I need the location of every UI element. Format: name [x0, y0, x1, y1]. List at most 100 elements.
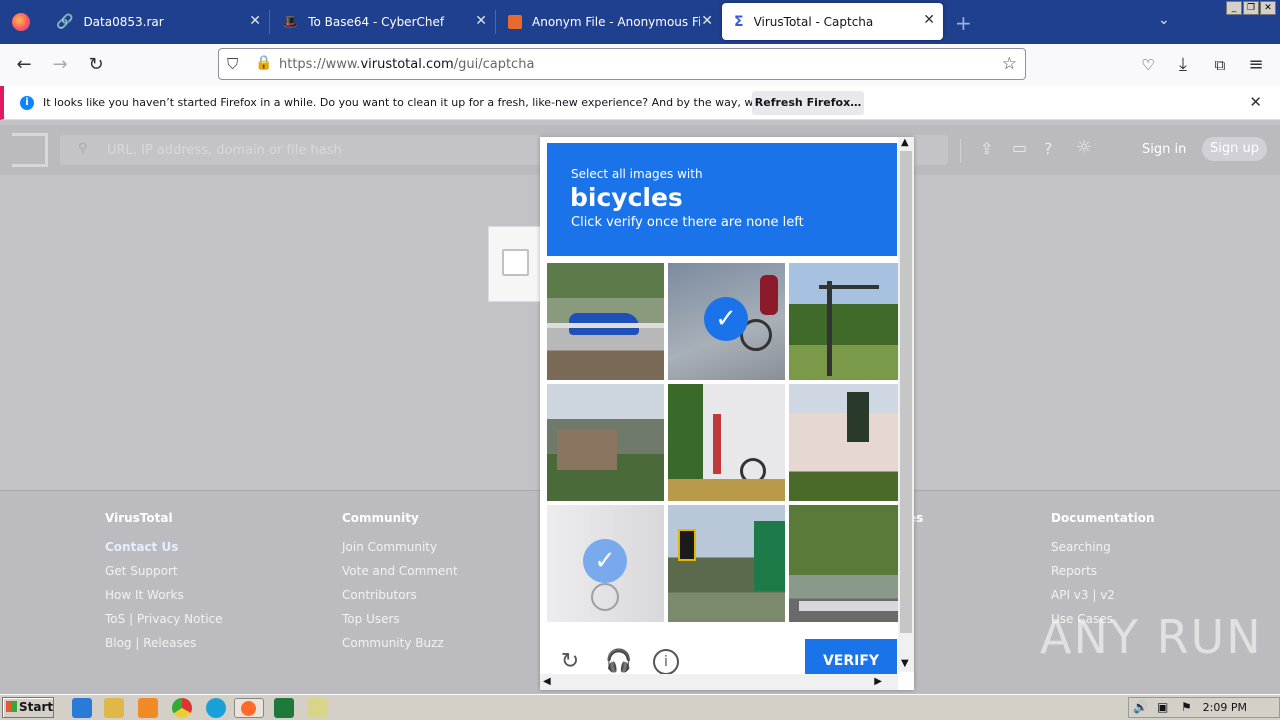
new-tab-button[interactable]: + [955, 11, 972, 35]
info-icon[interactable]: i [653, 649, 679, 675]
footer-link[interactable]: Join Community [342, 540, 458, 556]
forward-arrow-icon[interactable]: → [46, 52, 74, 78]
notepad-icon[interactable] [308, 698, 328, 718]
traffic-arm-shape [819, 285, 879, 289]
ie-icon[interactable] [72, 698, 92, 718]
scroll-up-icon[interactable]: ▲ [901, 137, 909, 148]
chat-icon[interactable]: ▭ [1012, 138, 1027, 157]
sign-in-link[interactable]: Sign in [1142, 142, 1186, 157]
footer-link[interactable]: Get Support [105, 564, 223, 580]
lock-icon[interactable]: 🔒 [255, 55, 272, 71]
recaptcha-checkbox[interactable] [502, 249, 529, 276]
scroll-left-icon[interactable]: ◀ [543, 676, 551, 687]
reload-icon[interactable]: ↻ [82, 52, 110, 78]
help-icon[interactable]: ? [1044, 139, 1053, 158]
virustotal-favicon-icon: Σ [734, 13, 744, 30]
firefox-task-icon[interactable] [234, 698, 264, 718]
footer-link[interactable]: Blog | Releases [105, 636, 223, 652]
footer-link[interactable]: Searching [1051, 540, 1155, 556]
volume-icon[interactable]: 🔊 [1133, 698, 1148, 717]
audio-challenge-icon[interactable]: 🎧 [605, 649, 632, 675]
media-player-icon[interactable] [138, 698, 158, 718]
road-sign-shape [754, 521, 785, 591]
captcha-tile[interactable] [547, 263, 664, 380]
footer-heading: Community [342, 511, 419, 525]
footer-link[interactable]: How It Works [105, 588, 223, 604]
minimize-button[interactable]: _ [1226, 1, 1242, 15]
close-tab-icon[interactable]: ✕ [923, 12, 935, 28]
address-bar[interactable]: ⛉ 🔒 https://www.virustotal.com/gui/captc… [218, 48, 1026, 80]
tab-anonym-file[interactable]: Anonym File - Anonymous File Uplo ✕ [496, 0, 721, 44]
verify-button[interactable]: VERIFY [805, 639, 897, 677]
captcha-tile[interactable] [789, 263, 906, 380]
footer-link[interactable]: ToS | Privacy Notice [105, 612, 223, 628]
captcha-tile[interactable] [668, 505, 785, 622]
back-arrow-icon[interactable]: ← [10, 52, 38, 78]
url-domain: virustotal.com [360, 57, 454, 72]
restore-button[interactable]: ❐ [1243, 1, 1259, 15]
captcha-challenge: Select all images with bicycles Click ve… [540, 137, 914, 690]
captcha-tile[interactable]: ✓ [547, 505, 664, 622]
tab-virustotal[interactable]: Σ VirusTotal - Captcha ✕ [722, 3, 943, 40]
refresh-firefox-button[interactable]: Refresh Firefox… [752, 91, 864, 115]
footer-link[interactable]: Community Buzz [342, 636, 458, 652]
chef-hat-icon: 🎩 [282, 14, 299, 30]
footer-link[interactable]: API v3 | v2 [1051, 588, 1155, 604]
pocket-icon[interactable]: ♡ [1134, 52, 1162, 78]
network-icon[interactable]: ▣ [1157, 698, 1168, 717]
chrome-icon[interactable] [172, 698, 192, 718]
footer-link[interactable]: Top Users [342, 612, 458, 628]
footer-link[interactable]: Reports [1051, 564, 1155, 580]
excel-icon[interactable] [274, 698, 294, 718]
header-divider [960, 139, 961, 163]
flag-icon[interactable]: ⚑ [1181, 698, 1192, 717]
cyclist-shape [760, 275, 778, 315]
shield-icon[interactable]: ⛉ [227, 55, 238, 73]
url-text[interactable]: https://www.virustotal.com/gui/captcha [279, 57, 534, 72]
reload-challenge-icon[interactable]: ↻ [557, 649, 583, 675]
vertical-scrollbar[interactable]: ▲ ▼ [898, 137, 914, 672]
close-tab-icon[interactable]: ✕ [701, 13, 713, 29]
virustotal-logo-icon[interactable] [12, 133, 48, 167]
list-tabs-chevron-icon[interactable]: ⌄ [1158, 12, 1170, 28]
footer-link[interactable]: Contributors [342, 588, 458, 604]
close-tab-icon[interactable]: ✕ [249, 13, 261, 29]
close-window-button[interactable]: ✕ [1260, 1, 1276, 15]
menu-icon[interactable]: ≡ [1242, 52, 1270, 78]
search-placeholder: URL, IP address, domain or file hash [107, 143, 342, 158]
upload-icon[interactable]: ⇪ [980, 139, 993, 158]
footer-heading: VirusTotal [105, 511, 173, 525]
footer-col-community: Community Join Community Vote and Commen… [342, 511, 458, 660]
captcha-instruction: Select all images with [571, 167, 703, 181]
close-tab-icon[interactable]: ✕ [475, 13, 487, 29]
scroll-down-icon[interactable]: ▼ [901, 658, 909, 669]
footer-link[interactable]: Contact Us [105, 540, 223, 556]
captcha-keyword: bicycles [570, 183, 683, 212]
captcha-tile[interactable] [547, 384, 664, 501]
sign-up-button[interactable]: Sign up [1202, 137, 1267, 161]
downloads-icon[interactable]: ⤓ [1169, 52, 1197, 78]
notification-bar: i It looks like you haven’t started Fire… [0, 86, 1280, 120]
captcha-tile[interactable] [789, 505, 906, 622]
scroll-thumb[interactable] [900, 151, 912, 633]
explorer-icon[interactable] [104, 698, 124, 718]
edge-icon[interactable] [206, 698, 226, 718]
captcha-tile[interactable] [789, 384, 906, 501]
extensions-icon[interactable]: ⧉ [1206, 52, 1234, 78]
scroll-right-icon[interactable]: ▶ [874, 676, 882, 687]
captcha-tile[interactable] [668, 384, 785, 501]
guardrail-shape [547, 323, 664, 328]
theme-sun-icon[interactable]: ☼ [1076, 137, 1092, 158]
start-button[interactable]: Start [2, 697, 54, 718]
close-notification-icon[interactable]: ✕ [1249, 93, 1262, 111]
firefox-logo-icon[interactable] [12, 13, 30, 31]
captcha-tile[interactable]: ✓ [668, 263, 785, 380]
url-path: /gui/captcha [453, 57, 535, 72]
horizontal-scrollbar[interactable]: ◀ ▶ [540, 674, 898, 690]
footer-link[interactable]: Vote and Comment [342, 564, 458, 580]
bookmark-star-icon[interactable]: ☆ [1002, 54, 1017, 74]
tab-data-rar[interactable]: 🔗 Data0853.rar ✕ [44, 0, 269, 44]
info-icon: i [20, 96, 34, 110]
footer-col-virustotal: VirusTotal Contact Us Get Support How It… [105, 511, 223, 660]
tab-cyberchef[interactable]: 🎩 To Base64 - CyberChef ✕ [270, 0, 495, 44]
